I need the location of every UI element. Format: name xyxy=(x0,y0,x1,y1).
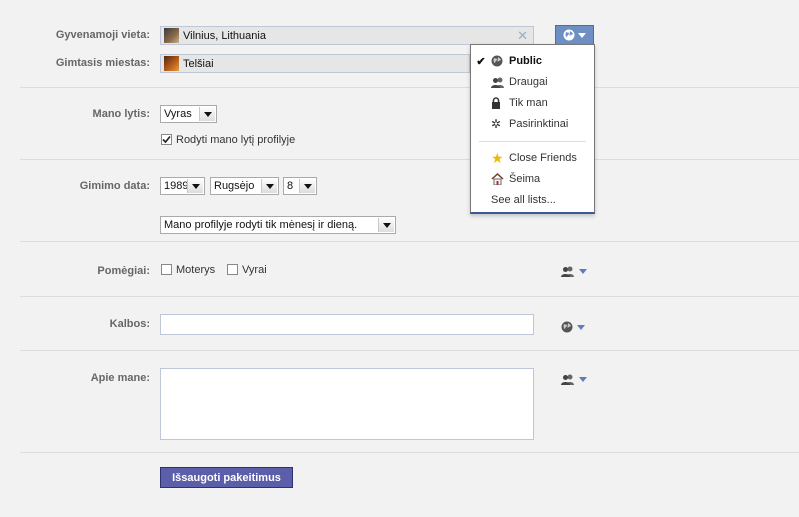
house-icon xyxy=(491,173,509,185)
about-textarea[interactable] xyxy=(160,368,534,440)
privacy-list-family[interactable]: Šeima xyxy=(471,169,594,189)
save-changes-button[interactable]: Išsaugoti pakeitimus xyxy=(160,467,293,488)
privacy-option-public[interactable]: ✔ Public xyxy=(471,51,594,71)
see-all-lists-link[interactable]: See all lists... xyxy=(471,190,594,210)
residence-field[interactable]: Vilnius, Lithuania ✕ xyxy=(160,26,534,45)
privacy-list-label: Šeima xyxy=(509,173,541,185)
friends-icon xyxy=(561,266,574,277)
birthday-visibility-select[interactable]: Mano profilyje rodyti tik mėnesį ir dien… xyxy=(160,216,396,234)
birthday-visibility-value: Mano profilyje rodyti tik mėnesį ir dien… xyxy=(164,219,358,231)
birth-year-select[interactable]: 1989 xyxy=(160,177,205,195)
privacy-option-label: Pasirinktinai xyxy=(509,118,569,130)
globe-icon xyxy=(563,29,575,41)
birth-month-select[interactable]: Rugsėjo xyxy=(210,177,279,195)
menu-divider xyxy=(479,141,586,142)
hometown-label: Gimtasis miestas: xyxy=(55,57,150,69)
interest-women-checkbox[interactable] xyxy=(161,264,172,275)
see-all-lists-label: See all lists... xyxy=(491,194,556,206)
chevron-down-icon xyxy=(378,218,394,232)
friends-icon xyxy=(561,374,574,385)
languages-privacy-button[interactable] xyxy=(561,321,585,333)
star-icon: ★ xyxy=(491,149,504,166)
interests-privacy-button[interactable] xyxy=(561,266,587,277)
about-label: Apie mane: xyxy=(90,372,150,384)
chevron-down-icon xyxy=(187,179,203,193)
languages-input[interactable] xyxy=(160,314,534,335)
chevron-down-icon xyxy=(199,107,215,121)
globe-icon xyxy=(491,55,509,67)
privacy-selector-button[interactable] xyxy=(555,25,594,45)
birth-day-select[interactable]: 8 xyxy=(283,177,317,195)
gear-icon: ✲ xyxy=(491,117,502,131)
about-privacy-button[interactable] xyxy=(561,374,587,385)
residence-label: Gyvenamoji vieta: xyxy=(55,29,150,41)
chevron-down-icon xyxy=(261,179,277,193)
privacy-dropdown-menu: ✔ Public Draugai Tik man ✲ Pasirinktinai… xyxy=(470,44,595,214)
chevron-down-icon xyxy=(579,269,587,274)
chevron-down-icon xyxy=(299,179,315,193)
privacy-option-only-me[interactable]: Tik man xyxy=(471,93,594,113)
birth-month-value: Rugsėjo xyxy=(214,180,255,192)
interests-label: Pomėgiai: xyxy=(97,265,150,277)
residence-value: Vilnius, Lithuania xyxy=(183,29,266,42)
check-icon xyxy=(162,135,171,144)
chevron-down-icon xyxy=(579,377,587,382)
interest-men-label: Vyrai xyxy=(242,264,267,276)
birth-year-value: 1989 xyxy=(164,180,187,192)
gender-label: Mano lytis: xyxy=(92,108,150,120)
birth-day-value: 8 xyxy=(287,180,294,192)
privacy-option-friends[interactable]: Draugai xyxy=(471,72,594,92)
gender-select[interactable]: Vyras xyxy=(160,105,217,123)
city-thumbnail xyxy=(164,56,179,71)
birthday-label: Gimimo data: xyxy=(79,180,150,192)
languages-label: Kalbos: xyxy=(109,318,150,330)
show-gender-label: Rodyti mano lytį profilyje xyxy=(176,134,296,146)
show-gender-checkbox[interactable] xyxy=(161,134,172,145)
privacy-option-label: Draugai xyxy=(509,76,548,88)
friends-icon xyxy=(491,77,509,88)
privacy-option-custom[interactable]: ✲ Pasirinktinai xyxy=(471,114,594,134)
globe-icon xyxy=(561,321,573,333)
gender-value: Vyras xyxy=(164,108,192,120)
checkmark-icon: ✔ xyxy=(476,55,486,68)
city-thumbnail xyxy=(164,28,179,43)
hometown-field[interactable]: Telšiai xyxy=(160,54,470,73)
privacy-option-label: Public xyxy=(509,55,543,67)
hometown-value: Telšiai xyxy=(183,57,214,70)
privacy-list-label: Close Friends xyxy=(509,152,577,164)
chevron-down-icon xyxy=(578,32,586,38)
chevron-down-icon xyxy=(577,324,585,330)
privacy-list-close-friends[interactable]: ★ Close Friends xyxy=(471,148,594,168)
interest-women-label: Moterys xyxy=(176,264,216,276)
interest-men-checkbox[interactable] xyxy=(227,264,238,275)
privacy-option-label: Tik man xyxy=(509,97,548,109)
remove-icon[interactable]: ✕ xyxy=(517,28,528,43)
lock-icon xyxy=(491,97,509,109)
